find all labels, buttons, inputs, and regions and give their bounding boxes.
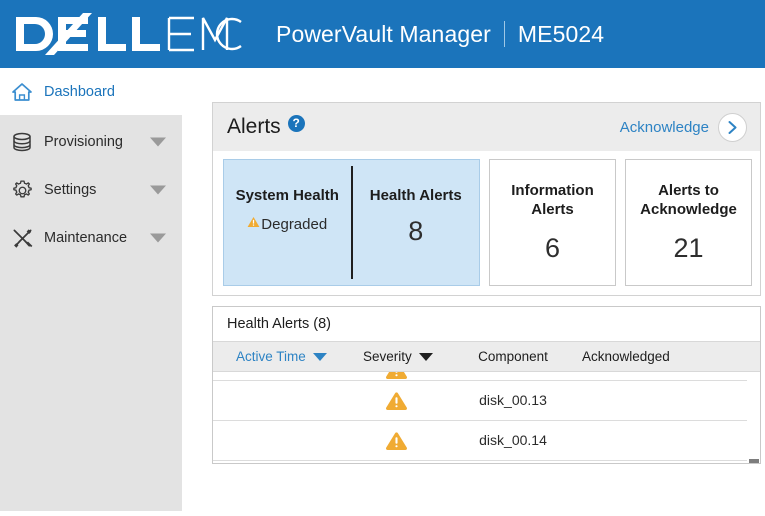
column-label-acknowledged: Acknowledged [582, 349, 670, 364]
warning-icon [385, 391, 408, 411]
sidebar-label-settings: Settings [44, 182, 96, 198]
tile-value-alerts-to-acknowledge: 21 [673, 233, 703, 264]
help-icon[interactable]: ? [288, 115, 305, 132]
model-name: ME5024 [518, 21, 604, 47]
sidebar: Dashboard Provisioning [0, 68, 182, 511]
home-icon [9, 79, 35, 105]
column-label-severity: Severity [363, 349, 412, 364]
sidebar-label-dashboard: Dashboard [44, 84, 115, 100]
sidebar-nav-group: Provisioning Settings [0, 115, 182, 511]
table-row[interactable] [213, 372, 760, 381]
sidebar-item-provisioning[interactable]: Provisioning [0, 118, 182, 166]
product-name: PowerVault Manager [276, 21, 491, 47]
sidebar-item-dashboard[interactable]: Dashboard [0, 68, 182, 115]
acknowledge-arrow-button[interactable] [718, 113, 747, 142]
database-icon [9, 129, 35, 155]
column-header-component[interactable]: Component [457, 349, 569, 364]
warning-icon [385, 372, 408, 380]
column-header-acknowledged[interactable]: Acknowledged [569, 349, 719, 364]
sidebar-item-maintenance[interactable]: Maintenance [0, 214, 182, 262]
cell-component: disk_00.14 [457, 432, 569, 449]
dell-emc-logo [14, 11, 242, 57]
table-row[interactable]: disk_00.14 [213, 421, 760, 461]
column-label-active-time: Active Time [236, 349, 306, 364]
sidebar-label-maintenance: Maintenance [44, 230, 127, 246]
tools-icon [9, 225, 35, 251]
sidebar-label-provisioning: Provisioning [44, 134, 123, 150]
chevron-down-icon-maintenance[interactable] [150, 234, 166, 243]
column-label-component: Component [478, 349, 548, 364]
table-header-row: Active Time Severity Component Acknowled… [213, 342, 760, 372]
title-divider [504, 21, 505, 47]
warning-icon [247, 216, 260, 228]
cell-severity [335, 372, 457, 380]
column-header-active-time[interactable]: Active Time [213, 349, 335, 364]
chevron-down-icon-provisioning[interactable] [150, 138, 166, 147]
tile-health-alerts[interactable]: Health Alerts 8 [353, 160, 480, 285]
panel-header-actions: Acknowledge [620, 113, 747, 142]
app-header: PowerVault Manager ME5024 [0, 0, 765, 68]
chevron-down-icon-settings[interactable] [150, 186, 166, 195]
tile-status-text: Degraded [261, 216, 327, 233]
sidebar-item-settings[interactable]: Settings [0, 166, 182, 214]
tile-label-health-alerts: Health Alerts [370, 186, 462, 205]
alert-tiles: System Health Degraded Health Alerts 8 [212, 151, 761, 296]
tile-label-system-health: System Health [236, 186, 339, 205]
header-title: PowerVault Manager ME5024 [276, 21, 604, 48]
table-scrollbar[interactable] [747, 373, 760, 463]
column-header-severity[interactable]: Severity [335, 349, 457, 364]
table-body: disk_00.13 disk_00.14 [213, 372, 760, 464]
health-alerts-table-title: Health Alerts (8) [213, 307, 760, 342]
cell-severity [335, 431, 457, 451]
tile-system-health-group[interactable]: System Health Degraded Health Alerts 8 [223, 159, 480, 286]
main-content: Alerts ? Acknowledge System Health [196, 86, 765, 516]
gear-icon [9, 177, 35, 203]
tile-information-alerts[interactable]: Information Alerts 6 [489, 159, 616, 286]
cell-severity [335, 391, 457, 411]
cell-component: Active Firmware A [457, 464, 569, 465]
tile-label-alerts-to-acknowledge: Alerts to Acknowledge [626, 181, 751, 219]
acknowledge-link[interactable]: Acknowledge [620, 119, 709, 136]
tile-value-information-alerts: 6 [545, 233, 560, 264]
panel-title: Alerts [227, 115, 281, 139]
table-row[interactable]: 6 minutes Active Firmware A [213, 461, 760, 464]
tile-system-health[interactable]: System Health Degraded [224, 160, 351, 285]
tile-label-information-alerts: Information Alerts [490, 181, 615, 219]
tile-alerts-to-acknowledge[interactable]: Alerts to Acknowledge 21 [625, 159, 752, 286]
table-row[interactable]: disk_00.13 [213, 381, 760, 421]
warning-icon [385, 431, 408, 451]
alerts-panel-header: Alerts ? Acknowledge [212, 102, 761, 151]
sort-desc-icon-severity [419, 353, 433, 361]
alerts-panel: Alerts ? Acknowledge System Health [212, 102, 761, 464]
tile-status-system-health: Degraded [247, 216, 327, 233]
tile-value-health-alerts: 8 [408, 216, 423, 247]
chevron-right-icon [726, 120, 739, 135]
health-alerts-table: Health Alerts (8) Active Time Severity C… [212, 306, 761, 464]
cell-component: disk_00.13 [457, 392, 569, 409]
sort-desc-icon-active-time [313, 353, 327, 361]
table-scrollbar-thumb[interactable] [749, 459, 759, 463]
